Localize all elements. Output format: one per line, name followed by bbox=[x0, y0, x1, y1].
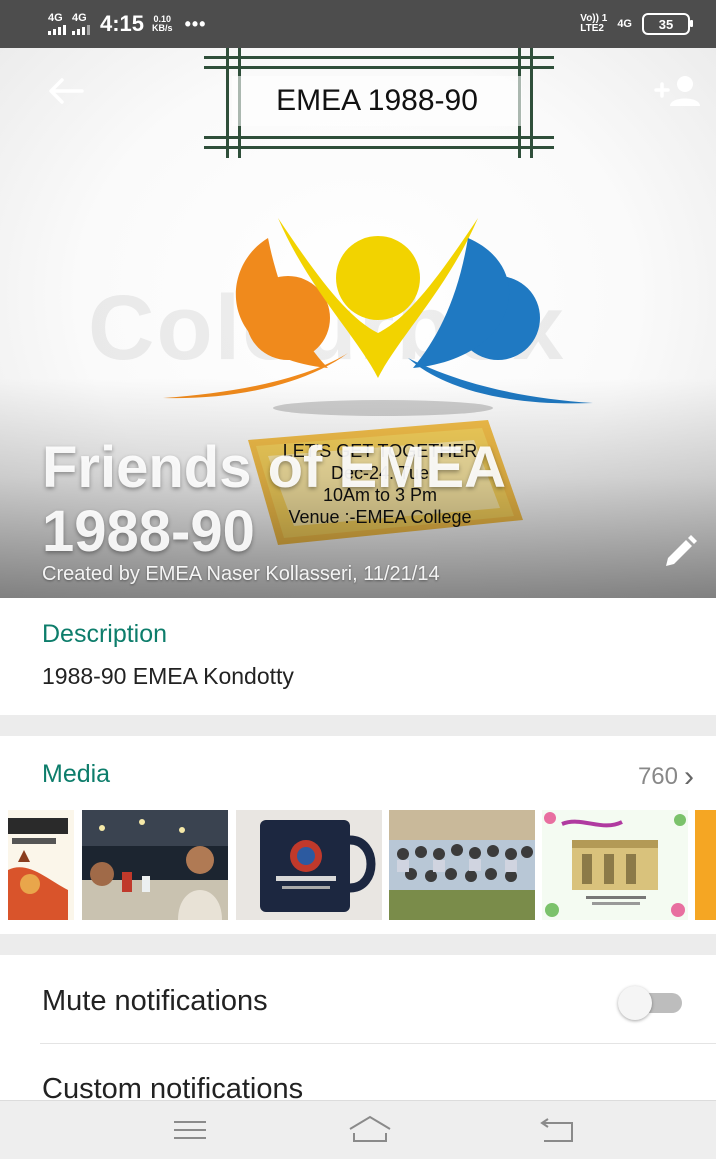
frame-title: EMEA 1988-90 bbox=[232, 76, 522, 126]
description-section[interactable]: Description 1988-90 EMEA Kondotty bbox=[0, 598, 716, 715]
chevron-right-icon: › bbox=[684, 760, 694, 793]
navigation-bar bbox=[0, 1100, 716, 1159]
edit-group-button[interactable] bbox=[662, 534, 698, 570]
custom-notifications-label[interactable]: Custom notifications bbox=[42, 1073, 303, 1100]
group-header-image[interactable]: Colourbox EMEA 1988-90 LET'S GET TOGETHE… bbox=[0, 48, 716, 598]
status-bar: 4G 4G 4:15 0.10 KB/s ••• Vo)) 1 LTE2 4G … bbox=[0, 0, 716, 48]
signal-2-label: 4G bbox=[72, 12, 87, 24]
media-thumbnail[interactable] bbox=[389, 810, 535, 920]
edit-pencil-icon bbox=[666, 535, 697, 566]
media-thumbnail[interactable] bbox=[542, 810, 688, 920]
media-section: Media 760 › bbox=[0, 736, 716, 934]
toggle-knob bbox=[618, 986, 652, 1020]
home-button[interactable] bbox=[346, 1113, 394, 1147]
add-participant-icon bbox=[654, 76, 700, 106]
people-logo bbox=[163, 218, 593, 416]
divider bbox=[40, 1043, 716, 1044]
back-button[interactable] bbox=[46, 76, 86, 106]
add-participant-button[interactable] bbox=[654, 74, 702, 108]
home-icon bbox=[349, 1115, 391, 1142]
media-thumbnail[interactable] bbox=[695, 810, 716, 920]
media-thumbnails bbox=[0, 810, 716, 920]
network-type: 4G bbox=[617, 18, 632, 30]
signal-1-icon: 4G bbox=[48, 13, 66, 35]
restaurant-photo bbox=[82, 810, 228, 920]
battery-icon: 35 bbox=[642, 13, 693, 35]
mute-notifications-label[interactable]: Mute notifications bbox=[42, 985, 268, 1018]
title-frame: EMEA 1988-90 bbox=[204, 48, 554, 158]
back-arrow-icon bbox=[49, 78, 84, 104]
network-speed: 0.10 KB/s bbox=[152, 15, 173, 33]
notification-settings: Mute notifications Custom notifications bbox=[0, 955, 716, 1100]
volte-bottom: LTE2 bbox=[580, 23, 604, 34]
greeting-card bbox=[542, 810, 688, 920]
menu-button[interactable] bbox=[170, 1113, 210, 1147]
section-separator bbox=[0, 715, 716, 736]
media-count-link[interactable]: 760 › bbox=[638, 760, 694, 794]
status-bar-left: 4G 4G 4:15 0.10 KB/s ••• bbox=[48, 0, 206, 48]
speed-unit: KB/s bbox=[152, 23, 173, 33]
back-icon bbox=[540, 1118, 573, 1142]
menu-icon bbox=[174, 1121, 206, 1139]
group-name-line-1: Friends of EMEA bbox=[42, 435, 507, 500]
status-bar-right: Vo)) 1 LTE2 4G 35 bbox=[580, 0, 693, 48]
group-name-line-2: 1988-90 bbox=[42, 499, 255, 564]
battery-level: 35 bbox=[658, 16, 674, 32]
mug-photo bbox=[236, 810, 382, 920]
media-count: 760 bbox=[637, 763, 678, 790]
description-text: 1988-90 EMEA Kondotty bbox=[42, 663, 294, 689]
partial-thumbnail bbox=[695, 810, 716, 920]
clock: 4:15 bbox=[100, 11, 145, 36]
section-separator bbox=[0, 934, 716, 955]
media-heading: Media bbox=[42, 760, 111, 788]
media-thumbnail[interactable] bbox=[8, 810, 74, 920]
more-notifications-icon: ••• bbox=[184, 13, 207, 34]
poster-thumbnail bbox=[8, 810, 74, 920]
group-photo bbox=[389, 810, 535, 920]
volte-icon: Vo)) 1 LTE2 bbox=[580, 14, 607, 34]
media-thumbnail[interactable] bbox=[82, 810, 228, 920]
group-name: Friends of EMEA 1988-90 bbox=[42, 436, 642, 564]
back-nav-button[interactable] bbox=[538, 1113, 578, 1147]
signal-2-icon: 4G bbox=[72, 13, 90, 35]
created-by: Created by EMEA Naser Kollasseri, 11/21/… bbox=[42, 563, 440, 585]
signal-1-label: 4G bbox=[48, 12, 63, 24]
description-heading: Description bbox=[42, 620, 168, 648]
media-thumbnail[interactable] bbox=[236, 810, 382, 920]
mute-notifications-toggle[interactable] bbox=[616, 986, 684, 1020]
